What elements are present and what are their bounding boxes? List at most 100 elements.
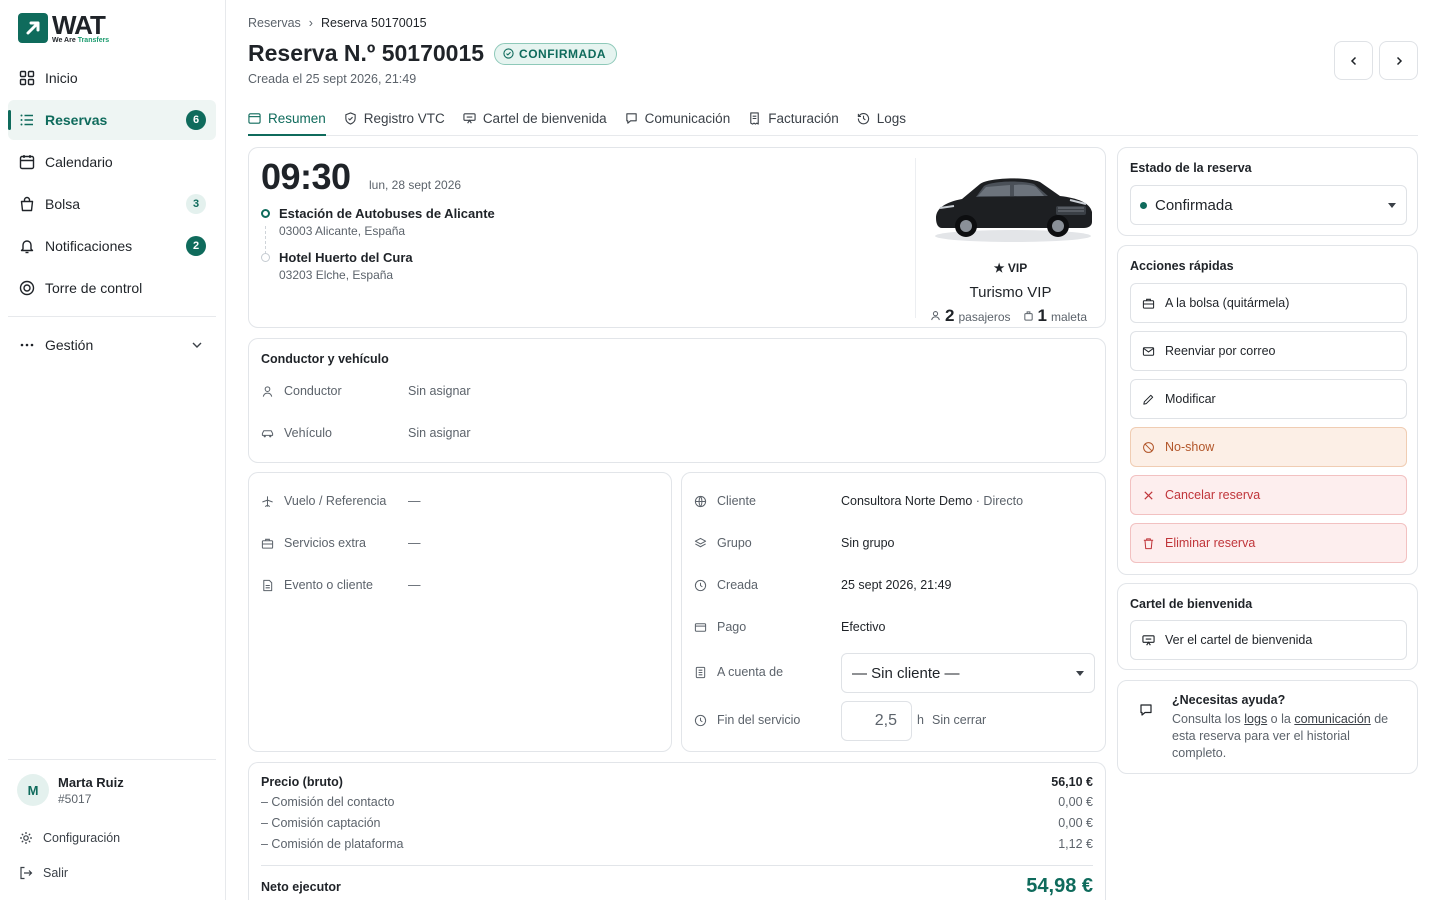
no-show-button[interactable]: No-show bbox=[1130, 427, 1407, 467]
sidebar-item-calendario[interactable]: Calendario bbox=[8, 142, 216, 182]
payment-value: Efectivo bbox=[841, 620, 886, 634]
end-service-row: Fin del servicio bbox=[694, 713, 800, 727]
event-value: — bbox=[408, 578, 421, 592]
action-label: Ver el cartel de bienvenida bbox=[1165, 633, 1313, 647]
tab-registro-vtc[interactable]: Registro VTC bbox=[344, 101, 445, 135]
tab-bar: Resumen Registro VTC Cartel de bienvenid… bbox=[248, 101, 1418, 136]
net-price-label: Neto ejecutor bbox=[261, 879, 341, 894]
gear-icon bbox=[20, 831, 32, 844]
vehicle-capacity: 2 pasajeros 1 maleta bbox=[930, 306, 1087, 326]
mail-icon bbox=[1142, 346, 1155, 356]
tab-resumen[interactable]: Resumen bbox=[248, 101, 326, 136]
notificaciones-count-badge: 2 bbox=[186, 236, 206, 256]
services-row: Servicios extra — bbox=[261, 536, 421, 550]
account-select[interactable]: — Sin cliente — bbox=[841, 653, 1095, 693]
shield-icon bbox=[345, 111, 356, 125]
resend-email-button[interactable]: Reenviar por correo bbox=[1130, 331, 1407, 371]
sidebar-item-label: Inicio bbox=[45, 70, 78, 86]
briefcase-icon bbox=[261, 538, 274, 549]
net-price-value: 54,98 € bbox=[1026, 875, 1093, 897]
sign-icon bbox=[1142, 634, 1155, 645]
group-value: Sin grupo bbox=[841, 536, 895, 550]
tab-label: Comunicación bbox=[644, 110, 731, 126]
help-text: Consulta los logs o la comunicación de e… bbox=[1172, 712, 1389, 760]
sidebar-item-gestion[interactable]: Gestión bbox=[8, 325, 216, 365]
next-button[interactable] bbox=[1379, 41, 1418, 80]
card-icon bbox=[694, 622, 707, 632]
sidebar-item-notificaciones[interactable]: Notificaciones 2 bbox=[8, 226, 216, 266]
user-icon bbox=[262, 385, 273, 397]
delete-booking-button[interactable]: Eliminar reserva bbox=[1130, 523, 1407, 563]
tab-comunicacion[interactable]: Comunicación bbox=[625, 101, 731, 135]
status-select[interactable]: Confirmada bbox=[1130, 185, 1407, 225]
cancel-booking-button[interactable]: Cancelar reserva bbox=[1130, 475, 1407, 515]
bag-icon bbox=[20, 196, 34, 212]
driver-label: Conductor bbox=[284, 384, 342, 398]
title-row: Reserva N.º 50170015 CONFIRMADA bbox=[248, 40, 618, 67]
created-row: Creada 25 sept 2026, 21:49 bbox=[694, 578, 952, 592]
status-dot-icon bbox=[1140, 201, 1147, 209]
tab-label: Logs bbox=[876, 110, 907, 126]
end-service-unit: h bbox=[917, 713, 924, 727]
modify-button[interactable]: Modificar bbox=[1130, 379, 1407, 419]
communication-link[interactable]: comunicación bbox=[1294, 712, 1370, 726]
sidebar-item-bolsa[interactable]: Bolsa 3 bbox=[8, 184, 216, 224]
pencil-icon bbox=[1143, 394, 1154, 405]
user-profile[interactable]: M Marta Ruiz #5017 bbox=[8, 772, 216, 808]
extras-card: Vuelo / Referencia — Servicios extra — E… bbox=[248, 472, 672, 752]
action-label: Eliminar reserva bbox=[1165, 536, 1256, 550]
configuracion-link[interactable]: Configuración bbox=[8, 820, 216, 855]
configuracion-label: Configuración bbox=[43, 830, 121, 845]
tab-facturacion[interactable]: Facturación bbox=[748, 101, 839, 135]
luggage-label: maleta bbox=[1050, 310, 1087, 324]
trash-icon bbox=[1143, 537, 1154, 549]
gross-price-row: Precio (bruto) 56,10 € bbox=[261, 775, 1093, 789]
breadcrumb-current: Reserva 50170015 bbox=[320, 16, 427, 30]
chevron-right-icon bbox=[1396, 56, 1402, 65]
globe-icon bbox=[694, 495, 707, 507]
view-welcome-sign-button[interactable]: Ver el cartel de bienvenida bbox=[1130, 620, 1407, 660]
logout-label: Salir bbox=[43, 865, 69, 880]
breadcrumb-root[interactable]: Reservas bbox=[248, 16, 301, 30]
sidebar-item-torre-de-control[interactable]: Torre de control bbox=[8, 268, 216, 308]
plane-icon bbox=[262, 495, 273, 507]
commission-label: – Comisión del contacto bbox=[261, 795, 395, 809]
origin-name: Estación de Autobuses de Alicante bbox=[279, 206, 495, 221]
pickup-time: 09:30 bbox=[261, 156, 351, 197]
account-row: A cuenta de bbox=[694, 665, 783, 679]
tab-cartel-de-bienvenida[interactable]: Cartel de bienvenida bbox=[463, 101, 607, 135]
tab-logs[interactable]: Logs bbox=[857, 101, 906, 135]
sidebar-item-label: Notificaciones bbox=[45, 238, 133, 254]
reservas-count-badge: 6 bbox=[186, 110, 206, 130]
sidebar-item-inicio[interactable]: Inicio bbox=[8, 58, 216, 98]
sidebar-item-reservas[interactable]: Reservas 6 bbox=[8, 100, 216, 140]
route-line bbox=[265, 226, 266, 254]
chevron-down-icon bbox=[192, 342, 202, 348]
services-value: — bbox=[408, 536, 421, 550]
status-badge: CONFIRMADA bbox=[494, 42, 618, 65]
previous-button[interactable] bbox=[1334, 41, 1373, 80]
origin: Estación de Autobuses de Alicante 03003 … bbox=[279, 206, 495, 238]
list-icon bbox=[20, 114, 33, 126]
to-pool-button[interactable]: A la bolsa (quitármela) bbox=[1130, 283, 1407, 323]
logo[interactable]: WAT We Are Transfers bbox=[18, 12, 109, 44]
gross-price-label: Precio (bruto) bbox=[261, 775, 343, 789]
destination: Hotel Huerto del Cura 03203 Elche, Españ… bbox=[279, 250, 413, 282]
client-row: Cliente Consultora Norte Demo · Directo bbox=[694, 494, 1023, 508]
caret-down-icon bbox=[1076, 671, 1084, 676]
check-circle-icon bbox=[503, 48, 514, 59]
commission-row: – Comisión del contacto 0,00 € bbox=[261, 795, 1093, 809]
payment-label: Pago bbox=[717, 620, 747, 634]
commission-label: – Comisión de plataforma bbox=[261, 837, 404, 851]
end-service-hours-input[interactable]: 2,5 bbox=[841, 701, 912, 741]
quick-actions-card: Acciones rápidas A la bolsa (quitármela)… bbox=[1117, 245, 1418, 575]
user-id: #5017 bbox=[58, 791, 92, 806]
event-label: Evento o cliente bbox=[284, 578, 373, 592]
logout-link[interactable]: Salir bbox=[8, 855, 216, 890]
briefcase-icon bbox=[1142, 298, 1155, 309]
logs-link[interactable]: logs bbox=[1244, 712, 1267, 726]
client-card: Cliente Consultora Norte Demo · Directo … bbox=[681, 472, 1106, 752]
logout-icon bbox=[20, 866, 33, 879]
commission-value: 1,12 € bbox=[1058, 837, 1093, 851]
payment-row: Pago Efectivo bbox=[694, 620, 885, 634]
